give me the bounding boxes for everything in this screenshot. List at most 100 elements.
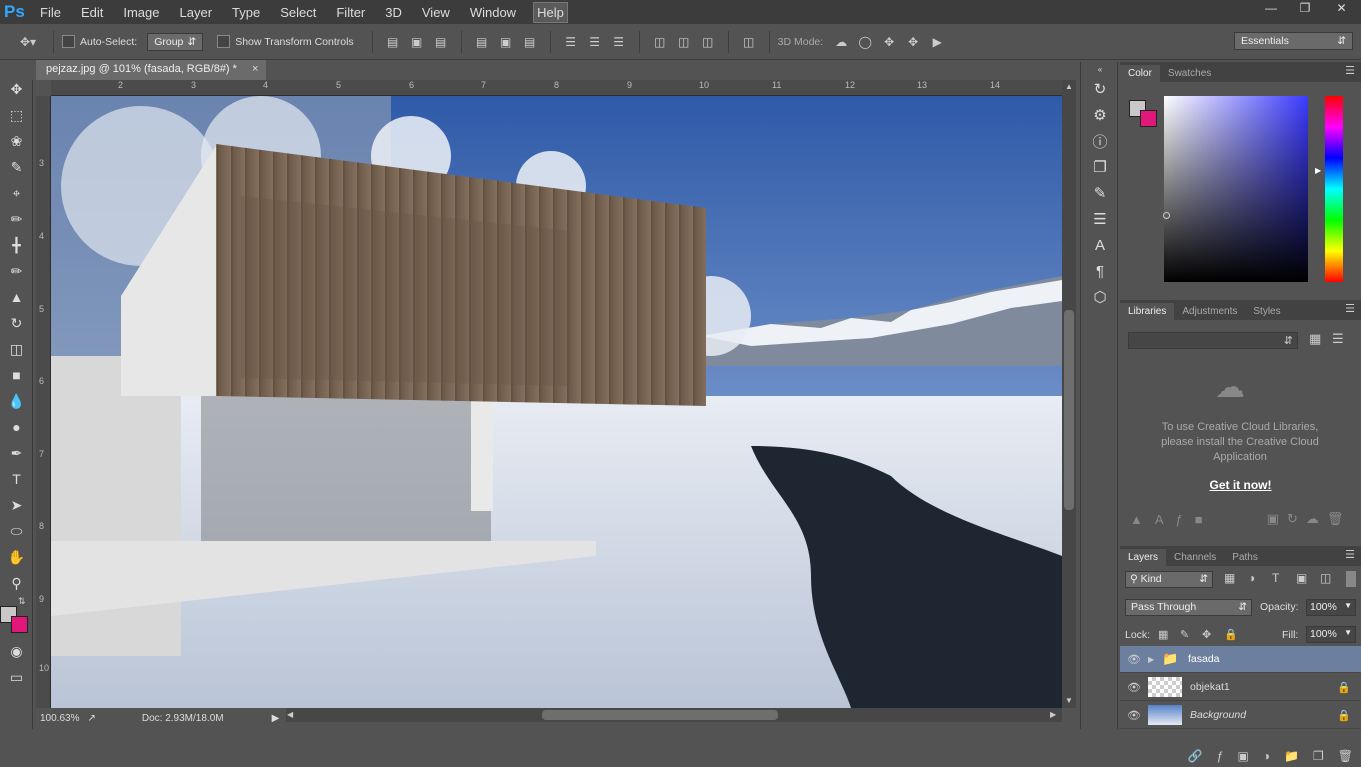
path-selection-tool-icon[interactable]: ➤ [0, 492, 33, 518]
visibility-eye-icon[interactable]: 👁 [1120, 681, 1148, 694]
stock-icon[interactable]: ▣ [1267, 511, 1279, 527]
swap-colors-icon[interactable]: ⇅ [18, 596, 26, 607]
workspace-dropdown[interactable]: Essentials ⇵ [1234, 32, 1353, 50]
new-group-icon[interactable]: 📁 [1284, 749, 1299, 763]
visibility-eye-icon[interactable]: 👁 [1120, 709, 1148, 722]
3d-pan-icon[interactable]: ✥ [880, 33, 898, 51]
list-view-icon[interactable]: ☰ [1332, 331, 1344, 347]
align-bottom-icon[interactable]: ▤ [432, 33, 450, 51]
layer-row-background[interactable]: 👁 Background 🔒 [1120, 702, 1361, 729]
scroll-left-icon[interactable]: ◀ [287, 710, 293, 719]
lock-image-icon[interactable]: ✎ [1180, 628, 1189, 641]
filter-pixel-icon[interactable]: ▦ [1224, 571, 1235, 585]
layer-row-fasada[interactable]: 👁 ▶ 📁 fasada [1120, 646, 1361, 673]
minimize-icon[interactable]: — [1254, 0, 1288, 18]
eyedropper-tool-icon[interactable]: ✏ [0, 206, 33, 232]
auto-align-icon[interactable]: ◫ [740, 33, 758, 51]
add-color-icon[interactable]: ■ [1195, 512, 1203, 527]
restore-icon[interactable]: ❐ [1288, 0, 1322, 18]
auto-select-checkbox[interactable] [62, 35, 75, 48]
menu-file[interactable]: File [37, 3, 64, 22]
tab-libraries[interactable]: Libraries [1120, 303, 1175, 320]
tab-swatches[interactable]: Swatches [1160, 65, 1219, 82]
info-gear-panel-icon[interactable]: ⚙ [1081, 102, 1119, 128]
gradient-tool-icon[interactable]: ■ [0, 362, 33, 388]
panel-menu-icon[interactable]: ☰ [1345, 548, 1355, 561]
3d-slide-icon[interactable]: ✥ [904, 33, 922, 51]
menu-image[interactable]: Image [120, 3, 162, 22]
screen-mode-icon[interactable]: ▭ [0, 664, 33, 690]
menu-filter[interactable]: Filter [333, 3, 368, 22]
distribute-bottom-icon[interactable]: ☰ [610, 33, 628, 51]
history-panel-icon[interactable]: ↻ [1081, 76, 1119, 102]
close-tab-icon[interactable]: × [252, 63, 258, 75]
filter-toggle[interactable] [1346, 571, 1356, 587]
filter-adjustment-icon[interactable]: ◑ [1248, 571, 1255, 585]
vertical-scrollbar[interactable]: ▲ ▼ [1062, 80, 1076, 708]
move-tool-preset-icon[interactable]: ✥▾ [14, 33, 42, 51]
panel-menu-icon[interactable]: ☰ [1345, 64, 1355, 77]
menu-3d[interactable]: 3D [382, 3, 405, 22]
zoom-level[interactable]: 100.63% [40, 713, 79, 724]
close-icon[interactable]: ✕ [1322, 0, 1361, 18]
lock-transparent-icon[interactable]: ▦ [1158, 628, 1168, 641]
filter-kind-dropdown[interactable]: ⚲ Kind ⇵ [1125, 571, 1213, 588]
distribute-right-icon[interactable]: ◫ [699, 33, 717, 51]
layer-comps-panel-icon[interactable]: ❐ [1081, 154, 1119, 180]
quick-mask-icon[interactable]: ◉ [0, 638, 33, 664]
marquee-tool-icon[interactable]: ⬚ [0, 102, 33, 128]
type-tool-icon[interactable]: T [0, 466, 33, 492]
background-color-swatch[interactable] [11, 616, 28, 633]
eraser-tool-icon[interactable]: ◫ [0, 336, 33, 362]
vertical-scroll-thumb[interactable] [1064, 310, 1074, 510]
distribute-left-icon[interactable]: ◫ [651, 33, 669, 51]
distribute-top-icon[interactable]: ☰ [562, 33, 580, 51]
align-left-icon[interactable]: ▤ [473, 33, 491, 51]
lock-all-icon[interactable]: 🔒 [1224, 628, 1238, 641]
add-graphic-icon[interactable]: ▲ [1130, 512, 1143, 527]
blur-tool-icon[interactable]: 💧 [0, 388, 33, 414]
menu-type[interactable]: Type [229, 3, 263, 22]
hue-slider[interactable] [1325, 96, 1343, 282]
menu-edit[interactable]: Edit [78, 3, 106, 22]
healing-brush-tool-icon[interactable]: ╋ [0, 232, 33, 258]
character-panel-icon[interactable]: A [1081, 232, 1119, 258]
color-field[interactable] [1164, 96, 1308, 282]
clone-stamp-tool-icon[interactable]: ▲ [0, 284, 33, 310]
add-mask-icon[interactable]: ▣ [1237, 749, 1248, 763]
menu-help[interactable]: Help [533, 1, 568, 23]
history-brush-tool-icon[interactable]: ↻ [0, 310, 33, 336]
visibility-eye-icon[interactable]: 👁 [1120, 653, 1148, 666]
zoom-tool-icon[interactable]: ⚲ [0, 570, 33, 596]
filter-type-icon[interactable]: T [1272, 571, 1279, 585]
distribute-vcenter-icon[interactable]: ☰ [586, 33, 604, 51]
document-tab[interactable]: pejzaz.jpg @ 101% (fasada, RGB/8#) * × [36, 60, 266, 80]
lock-position-icon[interactable]: ✥ [1202, 628, 1211, 641]
3d-scale-icon[interactable]: ▶ [928, 33, 946, 51]
scroll-right-icon[interactable]: ▶ [1050, 710, 1056, 719]
hue-slider-arrow-icon[interactable]: ▶ [1315, 166, 1321, 175]
3d-panel-icon[interactable]: ⬡ [1081, 284, 1119, 310]
status-menu-arrow-icon[interactable]: ▶ [272, 713, 280, 724]
horizontal-scrollbar[interactable]: ◀ ▶ [285, 708, 1062, 722]
scroll-up-icon[interactable]: ▲ [1065, 82, 1073, 91]
show-transform-checkbox[interactable] [217, 35, 231, 48]
align-right-icon[interactable]: ▤ [521, 33, 539, 51]
add-layer-style-icon[interactable]: ƒ [1176, 512, 1183, 527]
get-it-now-link[interactable]: Get it now! [1120, 478, 1361, 492]
blend-mode-dropdown[interactable]: Pass Through ⇵ [1125, 599, 1252, 616]
tab-paths[interactable]: Paths [1224, 549, 1266, 566]
align-top-icon[interactable]: ▤ [384, 33, 402, 51]
panel-background-swatch[interactable] [1140, 110, 1157, 127]
collapse-strip-icon[interactable]: « [1081, 62, 1119, 76]
export-icon[interactable]: ↗ [87, 713, 95, 724]
tab-styles[interactable]: Styles [1245, 303, 1288, 320]
align-hcenter-icon[interactable]: ▣ [497, 33, 515, 51]
layer-row-objekat1[interactable]: 👁 objekat1 🔒 [1120, 674, 1361, 701]
horizontal-scroll-thumb[interactable] [542, 710, 778, 720]
menu-window[interactable]: Window [467, 3, 519, 22]
brush-panel-icon[interactable]: ✎ [1081, 180, 1119, 206]
sync-icon[interactable]: ↻ [1287, 511, 1298, 527]
adjust-panel-icon[interactable]: ☰ [1081, 206, 1119, 232]
lasso-tool-icon[interactable]: ❀ [0, 128, 33, 154]
